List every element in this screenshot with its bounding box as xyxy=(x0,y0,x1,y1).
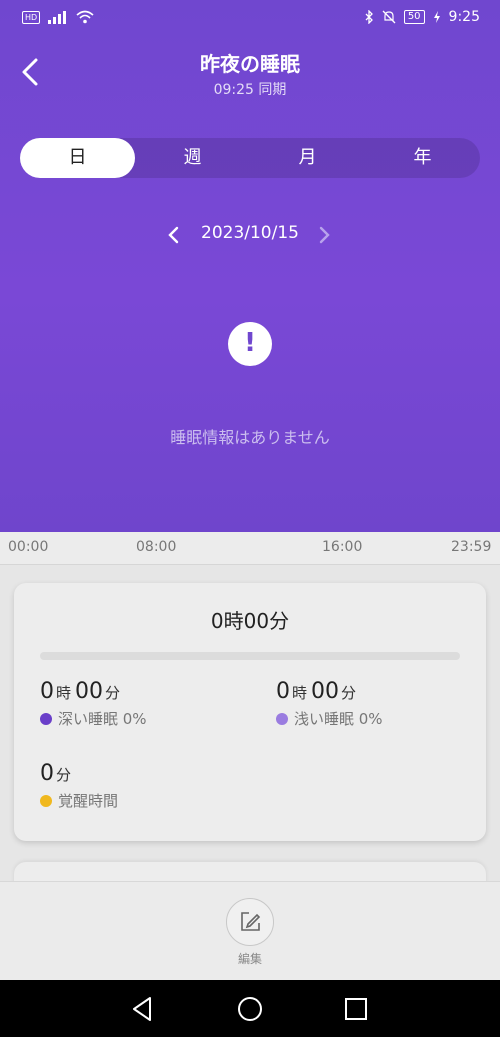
tab-day[interactable]: 日 xyxy=(20,138,135,178)
awake-stat: 0分 覚醒時間 xyxy=(40,761,118,811)
empty-message: 睡眠情報はありません xyxy=(170,428,330,447)
chevron-left-icon[interactable] xyxy=(164,223,184,247)
battery-indicator: 50 xyxy=(403,10,425,24)
timeline-tick: 16:00 xyxy=(322,539,363,555)
awake-minutes-unit: 分 xyxy=(56,766,72,784)
period-tabs: 日 週 月 年 xyxy=(20,138,480,178)
tab-month[interactable]: 月 xyxy=(250,138,365,178)
awake-minutes: 0 xyxy=(40,761,54,786)
total-sleep: 0時00分 xyxy=(210,609,290,633)
edit-icon xyxy=(241,912,261,931)
sleep-progress-bar xyxy=(40,652,460,660)
sync-time: 09:25 同期 xyxy=(213,82,287,98)
deep-hours-unit: 時 xyxy=(56,684,72,702)
header-area: HD 50 9:25 昨夜の睡眠 09:25 同期 日 週 月 年 2023/1… xyxy=(0,0,500,532)
page-title: 昨夜の睡眠 xyxy=(200,52,300,76)
awake-dot xyxy=(40,794,52,807)
mute-icon xyxy=(382,10,396,24)
bluetooth-icon xyxy=(365,10,373,24)
wifi-icon xyxy=(76,10,94,24)
deep-minutes-unit: 分 xyxy=(105,684,121,702)
hd-badge: HD xyxy=(22,10,41,24)
nav-back-icon[interactable] xyxy=(128,994,158,1024)
edit-button[interactable] xyxy=(226,898,274,946)
awake-label: 覚醒時間 xyxy=(58,792,119,810)
current-date: 2023/10/15 xyxy=(201,223,299,243)
charging-icon xyxy=(433,11,440,23)
chevron-right-icon[interactable] xyxy=(314,223,334,247)
light-hours-unit: 時 xyxy=(292,684,308,702)
light-sleep-stat: 0 時 00 分 浅い睡眠 0% xyxy=(276,679,383,729)
signal-icon xyxy=(48,11,67,24)
deep-hours: 0 xyxy=(40,679,54,704)
date-navigator: 2023/10/15 xyxy=(0,220,500,250)
clock: 9:25 xyxy=(448,9,480,25)
deep-dot xyxy=(40,712,52,725)
light-minutes-unit: 分 xyxy=(341,684,357,702)
tab-year[interactable]: 年 xyxy=(365,138,480,178)
deep-minutes: 00 xyxy=(75,679,104,704)
bottom-action-bar: 編集 xyxy=(0,881,500,981)
edit-label: 編集 xyxy=(237,952,262,966)
system-nav-bar xyxy=(0,980,500,1037)
status-bar: HD 50 9:25 xyxy=(0,0,500,36)
nav-home-icon[interactable] xyxy=(235,994,265,1024)
timeline-tick: 08:00 xyxy=(136,539,177,555)
timeline-tick: 23:59 xyxy=(451,539,492,555)
sleep-summary-card: 0時00分 0 時 00 分 深い睡眠 0% 0 時 00 分 浅い睡眠 0% 0分 覚醒時… xyxy=(14,583,486,841)
light-minutes: 00 xyxy=(311,679,340,704)
light-label: 浅い睡眠 0% xyxy=(294,710,383,728)
timeline-axis: 00:00 08:00 16:00 23:59 xyxy=(0,532,500,565)
alert-glyph: ! xyxy=(244,328,256,358)
timeline-tick: 00:00 xyxy=(8,539,49,555)
nav-recents-icon[interactable] xyxy=(341,994,371,1024)
light-hours: 0 xyxy=(276,679,290,704)
tab-week[interactable]: 週 xyxy=(135,138,250,178)
deep-label: 深い睡眠 0% xyxy=(58,710,147,728)
deep-sleep-stat: 0 時 00 分 深い睡眠 0% xyxy=(40,679,147,729)
light-dot xyxy=(276,712,288,725)
alert-icon: ! xyxy=(228,322,272,366)
